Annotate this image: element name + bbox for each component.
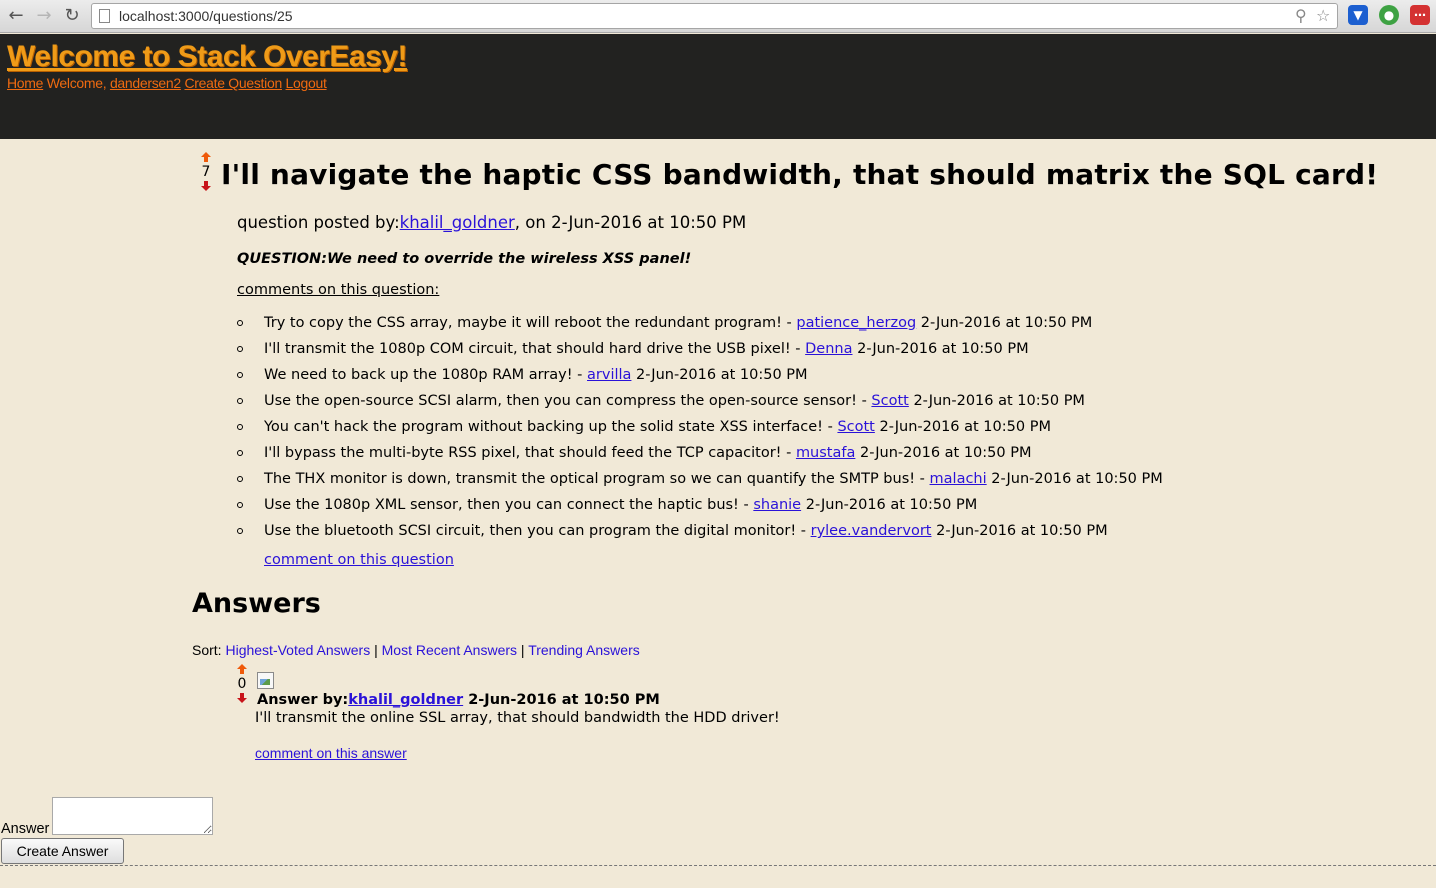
comment-item: Try to copy the CSS array, maybe it will… <box>237 312 1163 338</box>
answer-vote-widget: 0 <box>234 664 250 704</box>
comment-user-link[interactable]: Scott <box>871 393 908 409</box>
comment-item: The THX monitor is down, transmit the op… <box>237 468 1163 494</box>
comment-date: 2-Jun-2016 at 10:50 PM <box>801 497 978 513</box>
comment-user-link[interactable]: Denna <box>805 341 852 357</box>
nav-user-link[interactable]: dandersen2 <box>110 75 181 91</box>
comment-text: Try to copy the CSS array, maybe it will… <box>264 315 797 331</box>
question-meta: question posted by:khalil_goldner, on 2-… <box>237 213 746 232</box>
comment-item: I'll bypass the multi-byte RSS pixel, th… <box>237 442 1163 468</box>
answer-sort-bar: Sort: Highest-Voted Answers | Most Recen… <box>192 642 640 658</box>
question-vote-count: 7 <box>201 164 211 180</box>
answer-field-label: Answer <box>1 821 50 837</box>
comment-user-link[interactable]: malachi <box>930 471 987 487</box>
comment-user-link[interactable]: shanie <box>753 497 801 513</box>
comment-item: Use the 1080p XML sensor, then you can c… <box>237 494 1163 520</box>
comment-date: 2-Jun-2016 at 10:50 PM <box>916 315 1093 331</box>
comment-text: You can't hack the program without backi… <box>264 419 838 435</box>
reload-icon[interactable]: ↻ <box>61 4 83 28</box>
comment-date: 2-Jun-2016 at 10:50 PM <box>874 419 1051 435</box>
downvote-arrow-icon[interactable] <box>201 181 211 192</box>
nav-logout-link[interactable]: Logout <box>286 75 327 91</box>
sort-separator: | <box>370 642 382 658</box>
sort-most-recent-link[interactable]: Most Recent Answers <box>382 642 517 658</box>
comment-text: The THX monitor is down, transmit the op… <box>264 471 930 487</box>
question-comments-heading: comments on this question: <box>237 282 440 298</box>
question-body: QUESTION:We need to override the wireles… <box>237 251 692 267</box>
answer-date: 2-Jun-2016 at 10:50 PM <box>463 692 660 708</box>
address-bar[interactable]: localhost:3000/questions/25 ⚲ ☆ <box>91 3 1338 29</box>
comment-on-question-link[interactable]: comment on this question <box>264 552 454 568</box>
comment-item: You can't hack the program without backi… <box>237 416 1163 442</box>
site-nav: Home Welcome, dandersen2 Create Question… <box>7 75 327 91</box>
downvote-arrow-icon[interactable] <box>237 693 247 704</box>
extension-shield-icon[interactable]: ▼ <box>1348 5 1368 25</box>
page-icon <box>99 9 110 23</box>
extension-hangouts-icon[interactable]: ● <box>1379 5 1399 25</box>
comment-user-link[interactable]: mustafa <box>796 445 855 461</box>
address-url[interactable]: localhost:3000/questions/25 <box>119 8 293 24</box>
upvote-arrow-icon[interactable] <box>201 152 211 163</box>
comment-date: 2-Jun-2016 at 10:50 PM <box>852 341 1029 357</box>
back-arrow-icon[interactable]: ← <box>5 4 27 28</box>
comment-text: Use the bluetooth SCSI circuit, then you… <box>264 523 811 539</box>
question-comment-list: Try to copy the CSS array, maybe it will… <box>237 312 1163 546</box>
answer-author-link[interactable]: khalil_goldner <box>348 692 463 708</box>
comment-date: 2-Jun-2016 at 10:50 PM <box>986 471 1163 487</box>
comment-item: Use the open-source SCSI alarm, then you… <box>237 390 1163 416</box>
comment-date: 2-Jun-2016 at 10:50 PM <box>631 367 808 383</box>
question-vote-widget: 7 <box>198 152 214 192</box>
question-title: I'll navigate the haptic CSS bandwidth, … <box>221 158 1379 191</box>
nav-welcome-text: Welcome, <box>46 75 107 91</box>
answer-header: Answer by:khalil_goldner 2-Jun-2016 at 1… <box>257 692 660 708</box>
sort-highest-voted-link[interactable]: Highest-Voted Answers <box>225 642 370 658</box>
answers-heading: Answers <box>192 588 321 619</box>
comment-text: I'll bypass the multi-byte RSS pixel, th… <box>264 445 796 461</box>
question-date: , on 2-Jun-2016 at 10:50 PM <box>514 213 747 232</box>
comment-user-link[interactable]: arvilla <box>587 367 631 383</box>
extension-menu-glyph: ⋯ <box>1414 8 1426 22</box>
comment-user-link[interactable]: patience_herzog <box>796 315 916 331</box>
answer-vote-count: 0 <box>237 676 247 692</box>
comment-item: We need to back up the 1080p RAM array! … <box>237 364 1163 390</box>
comment-date: 2-Jun-2016 at 10:50 PM <box>931 523 1108 539</box>
create-answer-button[interactable]: Create Answer <box>1 838 124 864</box>
upvote-arrow-icon[interactable] <box>237 664 247 675</box>
bookmark-star-icon[interactable]: ☆ <box>1316 6 1330 25</box>
answer-body: I'll transmit the online SSL array, that… <box>255 710 780 726</box>
answer-textarea[interactable] <box>52 797 213 835</box>
answer-by-label: Answer by: <box>257 692 349 708</box>
site-header: Welcome to Stack OverEasy! Home Welcome,… <box>0 34 1436 139</box>
site-title-link[interactable]: Welcome to Stack OverEasy! <box>7 40 407 74</box>
question-author-link[interactable]: khalil_goldner <box>400 213 515 232</box>
comment-date: 2-Jun-2016 at 10:50 PM <box>908 393 1085 409</box>
comment-date: 2-Jun-2016 at 10:50 PM <box>855 445 1032 461</box>
comment-user-link[interactable]: Scott <box>837 419 874 435</box>
bottom-divider <box>0 865 1436 866</box>
search-icon[interactable]: ⚲ <box>1295 6 1307 25</box>
sort-trending-link[interactable]: Trending Answers <box>528 642 640 658</box>
posted-by-label: question posted by: <box>237 213 400 232</box>
comment-text: I'll transmit the 1080p COM circuit, tha… <box>264 341 806 357</box>
comment-user-link[interactable]: rylee.vandervort <box>811 523 932 539</box>
sort-separator: | <box>517 642 529 658</box>
comment-on-answer-link[interactable]: comment on this answer <box>255 745 407 761</box>
comment-text: Use the 1080p XML sensor, then you can c… <box>264 497 754 513</box>
sort-label: Sort: <box>192 642 226 658</box>
broken-image-icon <box>257 672 274 689</box>
forward-arrow-icon[interactable]: → <box>33 4 55 28</box>
nav-create-question-link[interactable]: Create Question <box>184 75 282 91</box>
extension-menu-icon[interactable]: ⋯ <box>1410 5 1430 25</box>
browser-toolbar: ← → ↻ localhost:3000/questions/25 ⚲ ☆ ▼ … <box>0 0 1436 33</box>
comment-text: We need to back up the 1080p RAM array! … <box>264 367 588 383</box>
comment-text: Use the open-source SCSI alarm, then you… <box>264 393 872 409</box>
comment-item: Use the bluetooth SCSI circuit, then you… <box>237 520 1163 546</box>
comment-item: I'll transmit the 1080p COM circuit, tha… <box>237 338 1163 364</box>
nav-home-link[interactable]: Home <box>7 75 43 91</box>
